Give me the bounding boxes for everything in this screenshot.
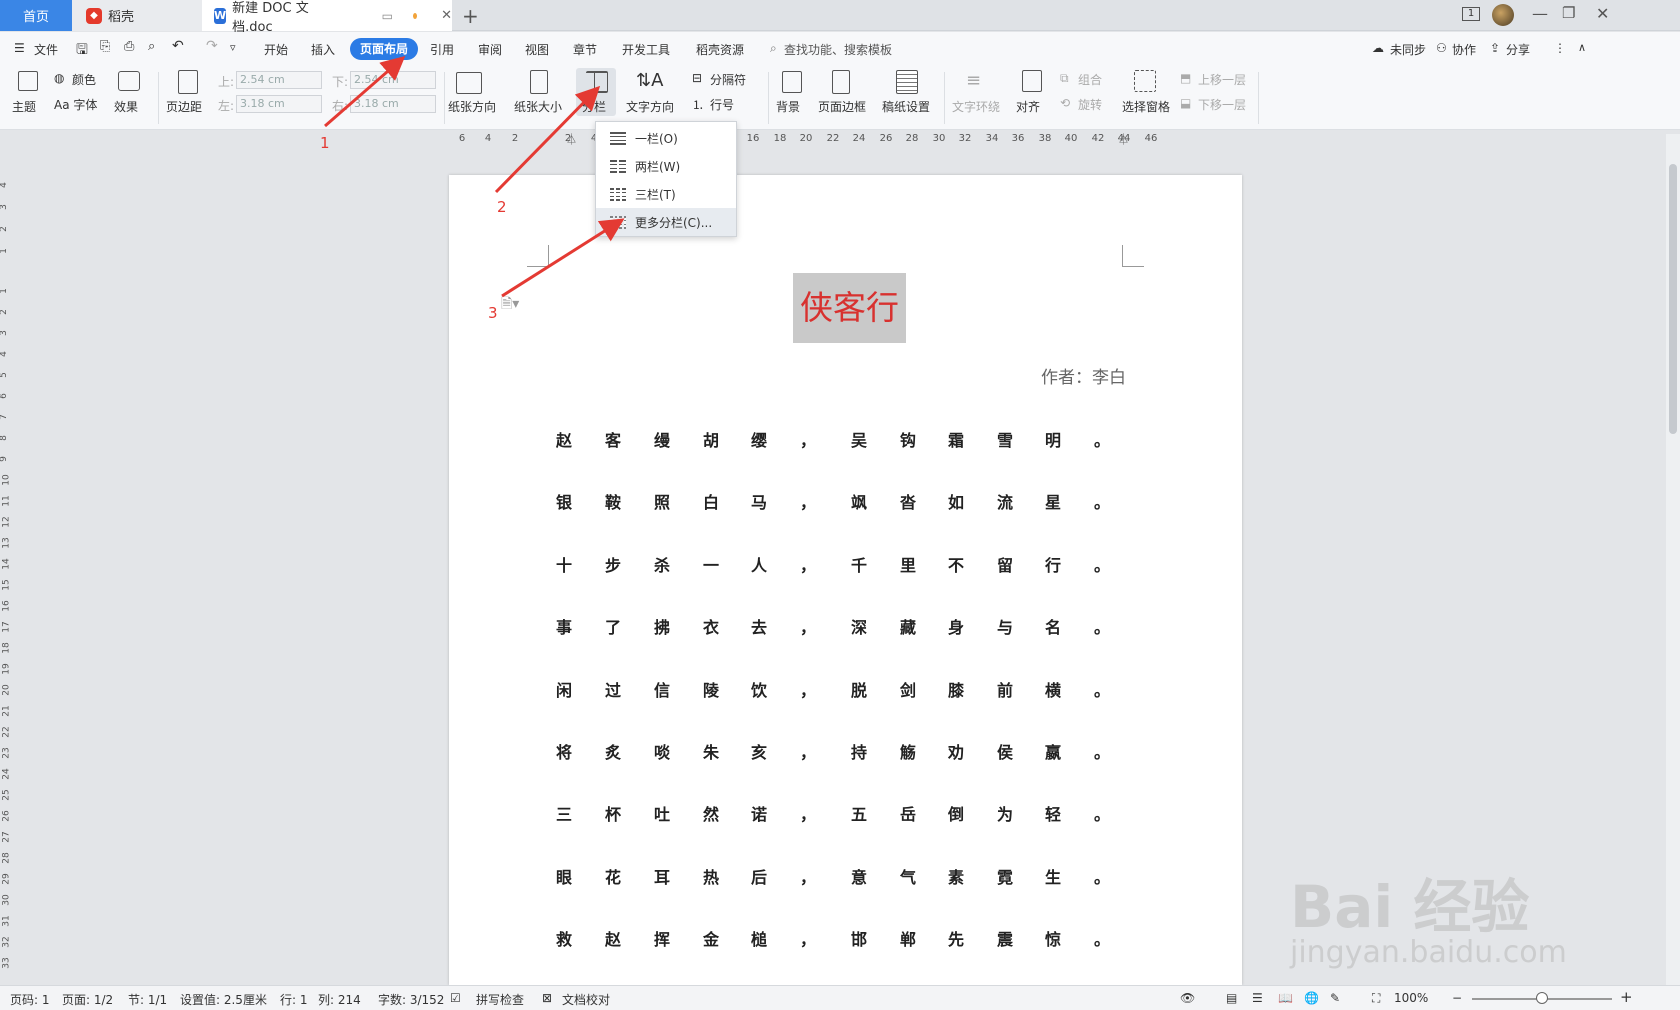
- proof-icon: ⊠: [542, 991, 553, 1005]
- arrow-3: [501, 218, 625, 298]
- zoom-slider-handle[interactable]: [1536, 992, 1548, 1004]
- zoom-level[interactable]: 100%: [1394, 991, 1428, 1005]
- annotation-number: 3: [488, 304, 498, 322]
- pen-icon[interactable]: ✎: [1330, 991, 1340, 1005]
- reading-view-icon[interactable]: 📖: [1278, 991, 1293, 1005]
- proof-button[interactable]: 文档校对: [562, 991, 610, 1008]
- status-pages[interactable]: 页面: 1/2: [62, 991, 113, 1008]
- watermark-url: jingyan.baidu.com: [1290, 935, 1567, 970]
- status-bar: 页码: 1 页面: 1/2 节: 1/1 设置值: 2.5厘米 行: 1 列: …: [0, 985, 1680, 1010]
- web-view-icon[interactable]: 🌐: [1304, 991, 1319, 1005]
- outline-view-icon[interactable]: ☰: [1252, 991, 1263, 1005]
- watermark: Bai 经验: [1290, 873, 1530, 941]
- arrow-1: [324, 56, 406, 128]
- status-col[interactable]: 列: 214: [318, 991, 361, 1008]
- annotation-arrows: [324, 56, 625, 298]
- annotation-number: 2: [497, 198, 507, 216]
- spell-check-icon: ☑: [450, 991, 461, 1005]
- zoom-out-icon[interactable]: −: [1452, 991, 1462, 1005]
- annotation-number: 1: [320, 134, 330, 152]
- status-page[interactable]: 页码: 1: [10, 991, 50, 1008]
- spell-check-button[interactable]: 拼写检查: [476, 991, 524, 1008]
- page-view-icon[interactable]: ▤: [1226, 991, 1237, 1005]
- status-section[interactable]: 节: 1/1: [128, 991, 167, 1008]
- status-setting[interactable]: 设置值: 2.5厘米: [180, 991, 267, 1008]
- status-line[interactable]: 行: 1: [280, 991, 308, 1008]
- arrow-2: [494, 85, 601, 194]
- status-words[interactable]: 字数: 3/152: [378, 991, 444, 1008]
- vertical-scrollbar[interactable]: [1666, 134, 1680, 985]
- zoom-in-icon[interactable]: +: [1620, 988, 1633, 1006]
- fit-icon[interactable]: ⛶: [1372, 991, 1380, 1006]
- scrollbar-thumb[interactable]: [1669, 164, 1677, 434]
- eye-protect-icon[interactable]: 👁: [1180, 991, 1195, 1005]
